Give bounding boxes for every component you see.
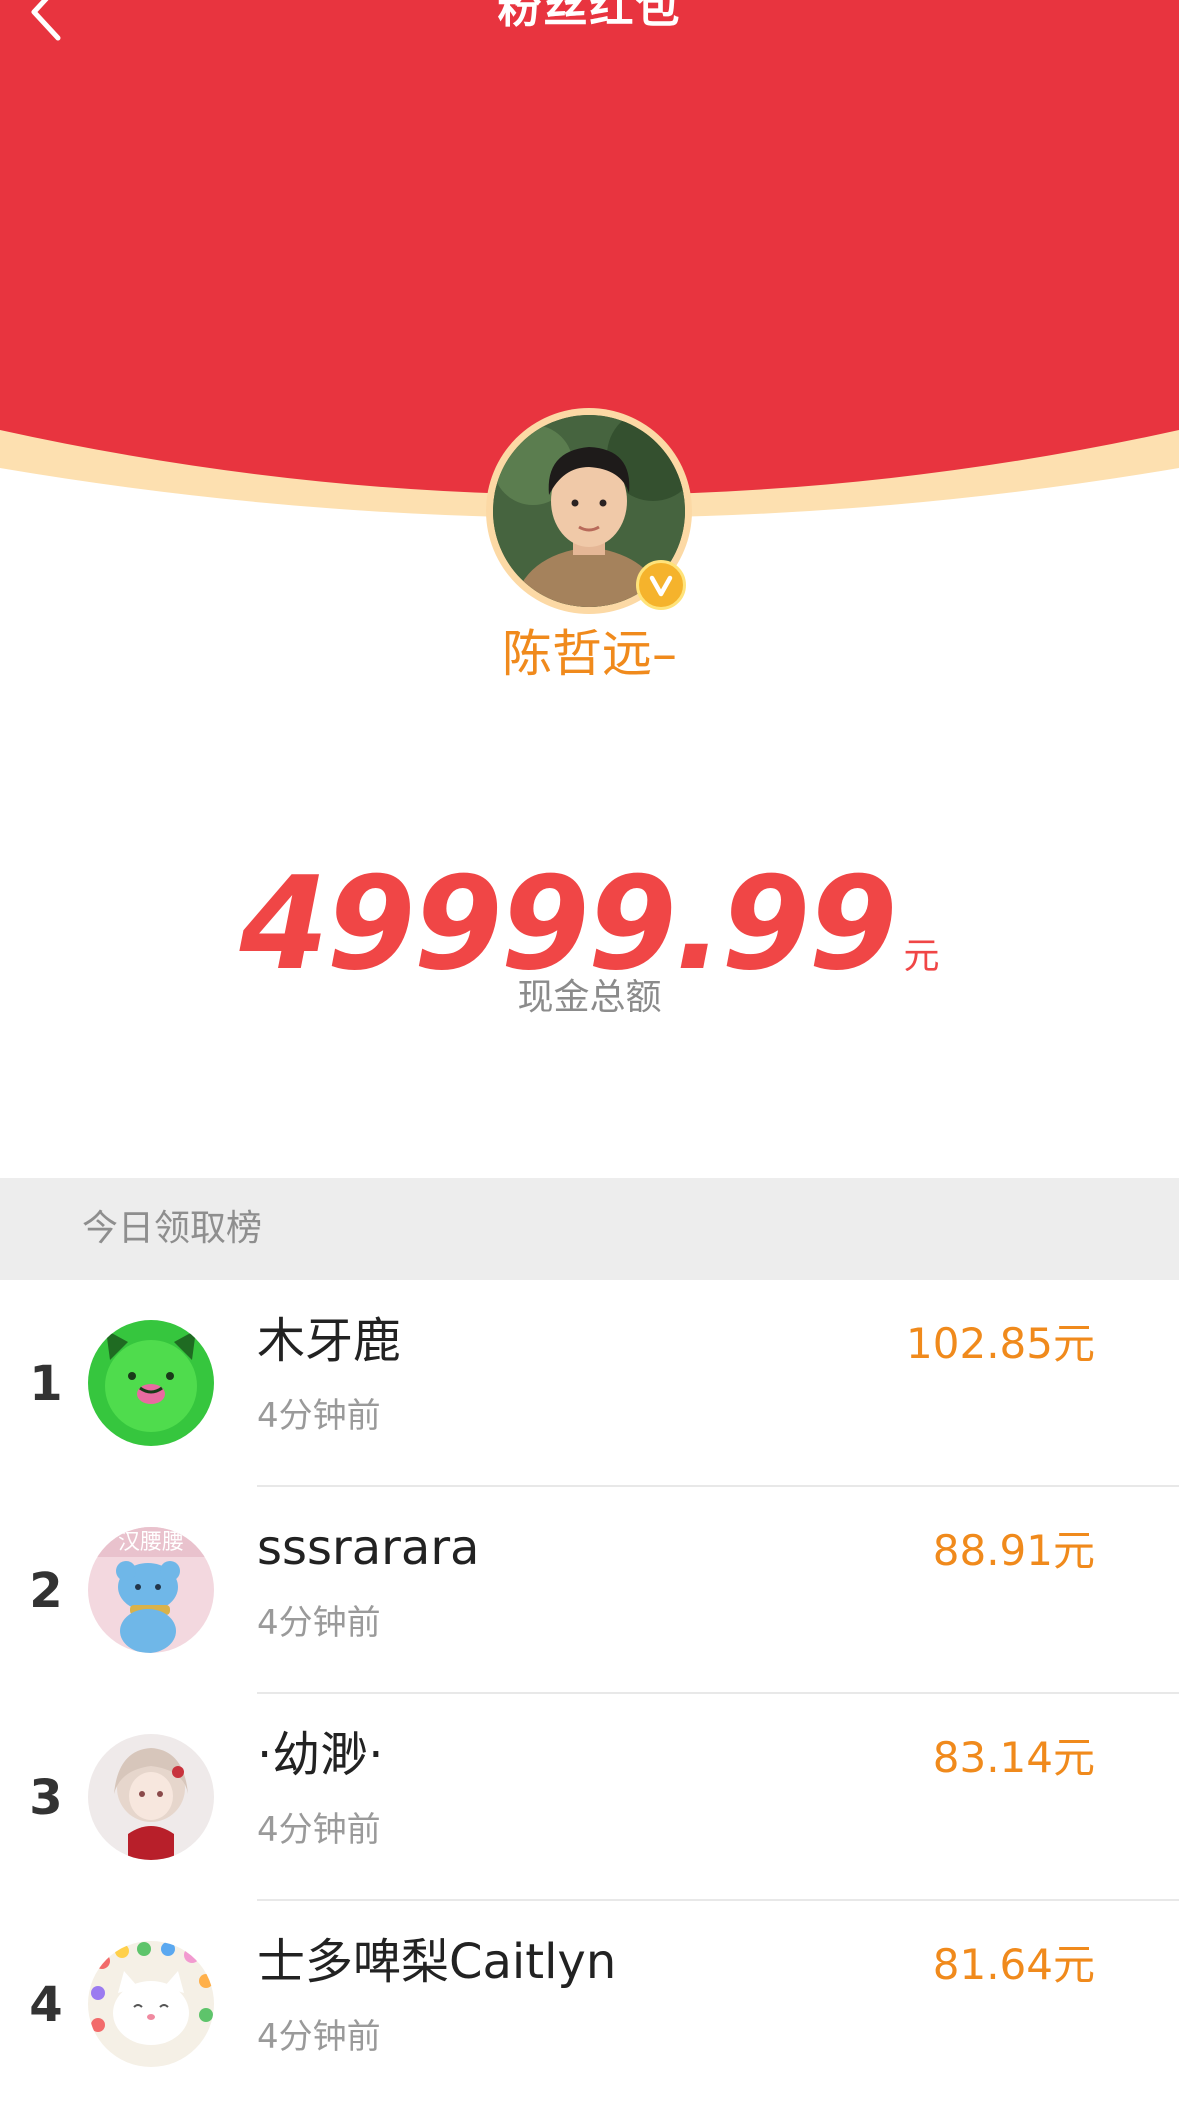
ranking-title: 今日领取榜 [82,1208,263,1249]
total-amount-caption: 现金总额 [517,977,662,1018]
cat-avatar-image [88,1941,214,2067]
user-avatar[interactable]: 汉腰腰 [88,1527,214,1653]
host-name[interactable]: 陈哲远– [0,624,1179,684]
blue-bear-avatar-image: 汉腰腰 [88,1527,214,1653]
user-avatar[interactable] [88,1320,214,1446]
claim-time: 4分钟前 [257,1810,381,1850]
avatar-overlay-text: 汉腰腰 [118,1530,184,1555]
claim-time: 4分钟前 [257,2017,381,2057]
claim-time: 4分钟前 [257,1396,381,1436]
verified-badge [636,560,686,610]
user-name: ·幼渺· [257,1727,384,1783]
rank-number: 2 [29,1563,63,1619]
ranking-row[interactable]: 2 汉腰腰 sssrarara 4分钟前 88.91元 [0,1487,1179,1694]
user-name: 士多啤梨Caitlyn [257,1934,617,1990]
user-avatar[interactable] [88,1734,214,1860]
claim-amount: 88.91元 [932,1526,1095,1575]
rank-number: 1 [29,1356,63,1412]
verified-v-icon [649,575,673,597]
ranking-header: 今日领取榜 [0,1178,1179,1280]
total-amount-unit: 元 [903,936,940,977]
user-name: sssrarara [257,1520,480,1576]
claim-amount: 81.64元 [932,1940,1095,1989]
rank-number: 4 [29,1977,63,2033]
rank-number: 3 [29,1770,63,1826]
user-avatar[interactable] [88,1941,214,2067]
ranking-row[interactable]: 1 木牙鹿 4分钟前 102.85元 [0,1280,1179,1487]
anime-girl-avatar-image [88,1734,214,1860]
claim-time: 4分钟前 [257,1603,381,1643]
green-creature-avatar-image [88,1320,214,1446]
ranking-row[interactable]: 3 ·幼渺· 4分钟前 83.14元 [0,1694,1179,1901]
ranking-row[interactable]: 4 士多啤梨Caitlyn 4分钟前 81.64元 [0,1901,1179,2108]
claim-amount: 83.14元 [932,1733,1095,1782]
user-name: 木牙鹿 [257,1313,402,1369]
page-title: 粉丝红包 [497,0,682,33]
claim-amount: 102.85元 [906,1319,1095,1368]
